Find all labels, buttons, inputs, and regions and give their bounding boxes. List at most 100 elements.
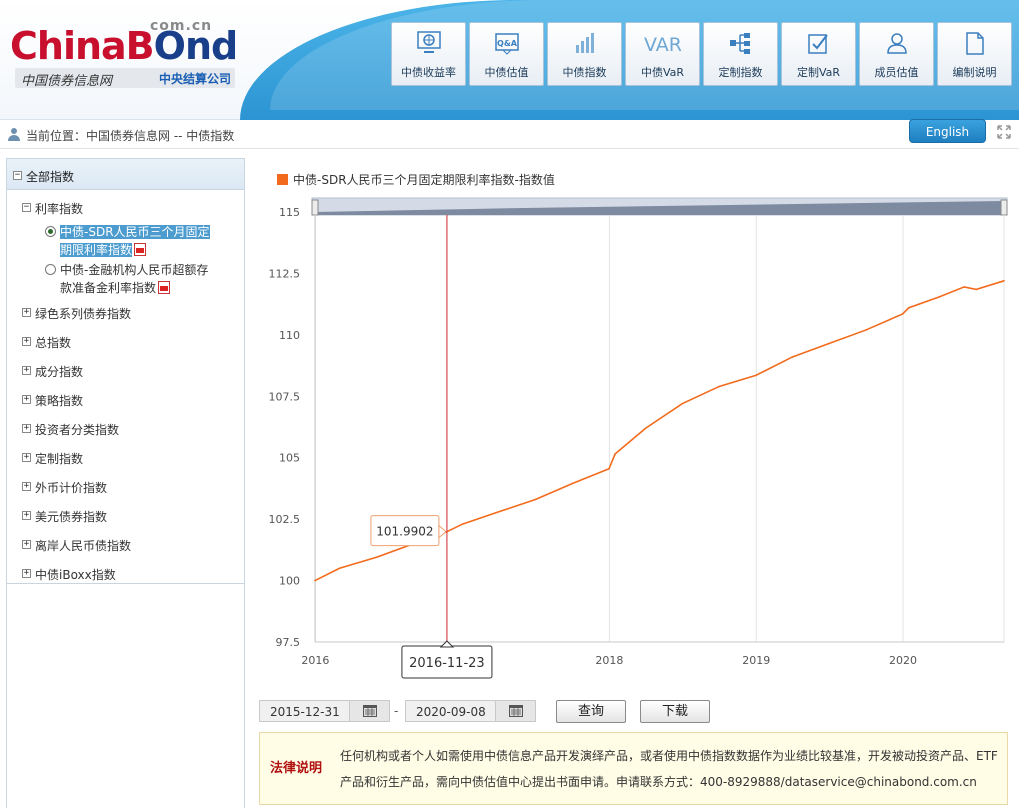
tree-node-group[interactable]: + 绿色系列债券指数 [7,297,244,326]
start-date-field[interactable]: 2015-12-31 [259,700,390,722]
navigator-handle-left[interactable] [311,199,319,216]
pdf-icon[interactable] [134,243,147,256]
tree-leaf-label-line2: 期限利率指数 [60,243,133,257]
legal-text: 任何机构或者个人如需使用中债信息产品开发演绎产品，或者使用中债指数数据作为业绩比… [340,749,998,789]
series-point [608,467,610,470]
expand-icon[interactable]: + [22,569,31,578]
breadcrumb[interactable]: 中国债券信息网 -- 中债指数 [86,127,234,144]
logo-wordmark-part2: nd [184,24,238,68]
tree-node-label: 投资者分类指数 [35,423,120,437]
series-point [963,286,965,288]
person-icon [860,23,933,61]
query-button[interactable]: 查询 [556,700,626,723]
radio-unselected[interactable] [45,264,56,275]
series-point [614,453,616,455]
tree-node-rate-index[interactable]: − 利率指数 [7,192,244,221]
tree-node-group[interactable]: + 外币计价指数 [7,471,244,500]
main-nav: 中债收益率 Q&A 中债估值 中债指数 VAR 中债VaR 定制指数 定制VaR… [391,22,1012,86]
expand-icon[interactable]: + [22,395,31,404]
series-point [1003,280,1005,282]
series-point [718,385,721,388]
series-point [938,295,941,298]
series-point [828,342,830,345]
nav-custom-var-button[interactable]: 定制VaR [781,22,856,86]
tree-node-group[interactable]: + 总指数 [7,326,244,355]
breadcrumb-bar: 当前位置： 中国债券信息网 -- 中债指数 [0,120,1019,149]
tree-node-label: 利率指数 [35,202,84,216]
collapse-icon[interactable]: − [13,171,22,180]
tree-node-group[interactable]: + 定制指数 [7,442,244,471]
tree-node-label: 成分指数 [35,365,84,379]
series-point [791,356,794,358]
chart-legend[interactable]: 中债-SDR人民币三个月固定期限利率指数-指数值 [277,171,555,188]
calendar-icon[interactable] [495,701,535,721]
nav-methodology-button[interactable]: 编制说明 [937,22,1012,86]
radio-selected[interactable] [45,226,56,237]
value-tooltip-text: 101.9902 [376,525,433,539]
chinabond-logo[interactable]: com.cn ChinaBOnd 中国债券信息网 中央结算公司 [10,18,238,98]
nav-valuation-button[interactable]: Q&A 中债估值 [469,22,544,86]
expand-icon[interactable]: + [22,540,31,549]
yield-curve-icon [392,23,465,61]
expand-icon[interactable]: + [22,366,31,375]
y-tick-label: 112.5 [269,267,301,280]
nav-index-button[interactable]: 中债指数 [547,22,622,86]
tree-node-group[interactable]: + 投资者分类指数 [7,413,244,442]
chart-svg[interactable]: 97.5 100 102.5 105 107.5 110 112.5 115 2016 2018 2… [255,165,1019,685]
collapse-icon[interactable]: − [22,203,31,212]
nav-custom-index-button[interactable]: 定制指数 [703,22,778,86]
expand-icon[interactable]: + [22,453,31,462]
navigator-handle-right[interactable] [1000,199,1008,216]
tree-leaf-label-line1: 中债-SDR人民币三个月固定 [60,225,210,239]
expand-icon[interactable]: + [22,308,31,317]
x-tick-label: 2020 [889,654,917,667]
tree-root[interactable]: − 全部指数 [7,159,244,190]
calendar-icon[interactable] [349,701,389,721]
download-button[interactable]: 下载 [640,700,710,723]
tree-node-label: 美元债券指数 [35,510,108,524]
expand-icon[interactable]: + [22,482,31,491]
expand-icon[interactable]: + [22,424,31,433]
site-header: com.cn ChinaBOnd 中国债券信息网 中央结算公司 中债收益率 Q&… [0,0,1019,120]
qa-valuation-icon: Q&A [470,23,543,61]
checklist-icon [782,23,855,61]
series-point [338,567,341,570]
svg-text:Q&A: Q&A [497,39,518,48]
tree-node-label: 策略指数 [35,394,84,408]
fullscreen-icon[interactable] [997,125,1011,142]
x-tick-label: 2016 [301,654,329,667]
series-point [907,307,910,309]
tree-node-group[interactable]: + 成分指数 [7,355,244,384]
tree-node-label: 总指数 [35,336,72,350]
series-point [865,329,867,331]
nav-var-button[interactable]: VAR 中债VaR [625,22,700,86]
y-tick-label: 110 [279,329,300,342]
document-icon [938,23,1011,61]
logo-o-ring: O [153,24,186,68]
logo-subtitle-bar: 中国债券信息网 中央结算公司 [15,68,235,89]
tree-node-label: 定制指数 [35,452,84,466]
x-tick-label: 2019 [742,654,770,667]
nav-valuation-label: 中债估值 [484,66,529,79]
logo-wordmark-part1: ChinaB [10,24,155,68]
y-tick-label: 115 [279,206,300,219]
legal-notice: 法律说明 任何机构或者个人如需使用中债信息产品开发演绎产品，或者使用中债指数数据… [259,732,1008,805]
tree-node-group[interactable]: + 策略指数 [7,384,244,413]
y-tick-label: 102.5 [269,513,301,526]
tree-node-group[interactable]: + 美元债券指数 [7,500,244,529]
nav-yield-button[interactable]: 中债收益率 [391,22,466,86]
series-point [644,427,647,430]
series-point [571,482,574,485]
nav-member-valuation-button[interactable]: 成员估值 [859,22,934,86]
end-date-field[interactable]: 2020-09-08 [405,700,536,722]
expand-icon[interactable]: + [22,337,31,346]
pdf-icon[interactable] [158,281,171,294]
english-button[interactable]: English [909,119,986,143]
breadcrumb-label: 当前位置： [26,129,87,143]
nav-custom-var-label: 定制VaR [796,66,841,79]
nav-methodology-label: 编制说明 [952,66,997,79]
y-tick-label: 100 [279,575,300,588]
var-icon: VAR [626,23,699,61]
tree-node-group[interactable]: + 离岸人民币债指数 [7,529,244,558]
expand-icon[interactable]: + [22,511,31,520]
